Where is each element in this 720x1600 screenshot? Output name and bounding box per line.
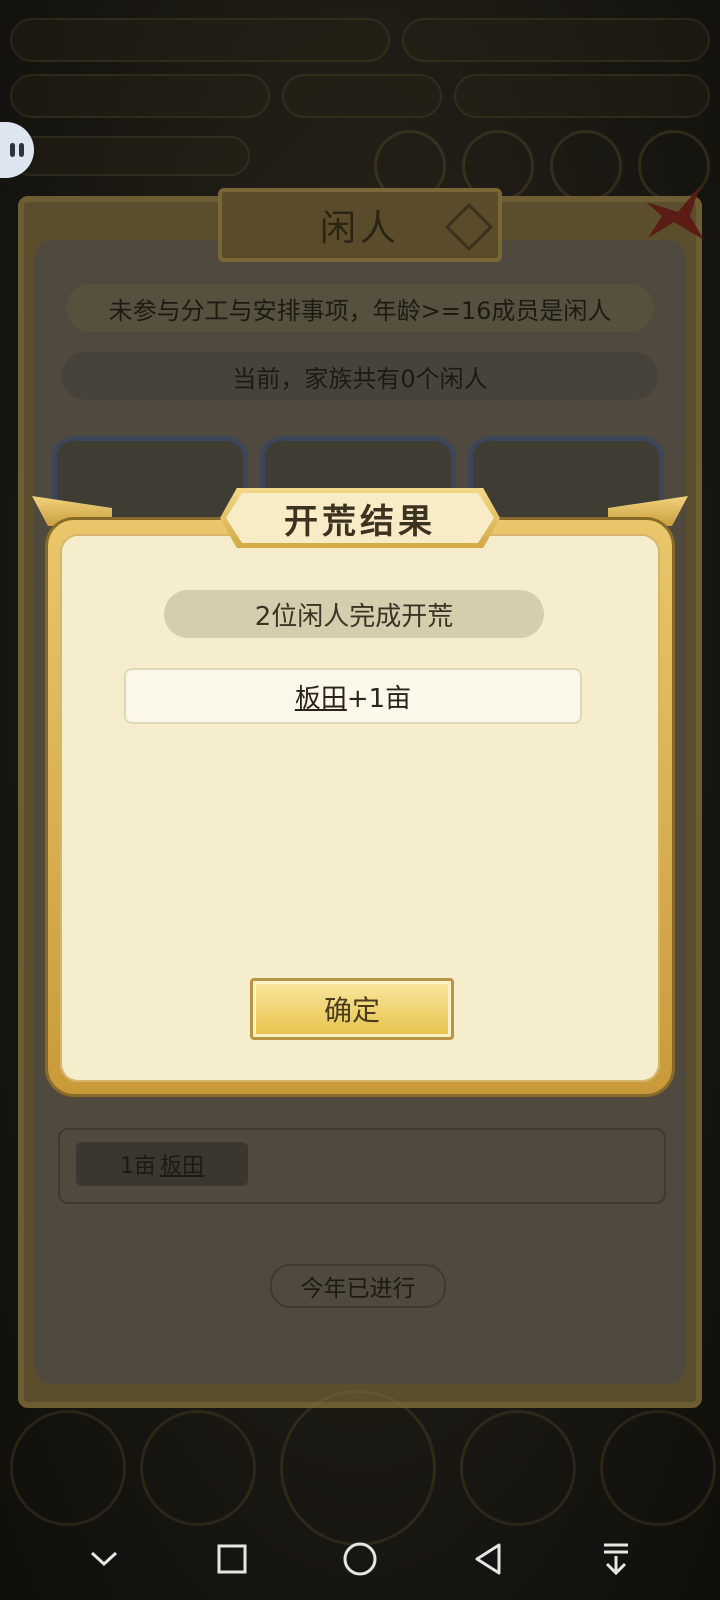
reclaim-result-modal: 开荒结果 2位闲人完成开荒 板田 +1亩 确定 <box>30 484 690 1108</box>
menu-icon <box>550 130 622 202</box>
idle-count-text: 当前，家族共有0个闲人 <box>62 352 658 400</box>
back-icon[interactable] <box>464 1535 512 1583</box>
help-icon[interactable] <box>444 202 494 252</box>
clan-info-pill <box>10 18 390 62</box>
top-status-bar <box>10 18 710 62</box>
currency-pill <box>454 74 710 118</box>
confirm-button[interactable]: 确定 <box>250 978 454 1040</box>
system-nav-bar <box>0 1518 720 1600</box>
result-item: 板田 +1亩 <box>124 668 582 724</box>
game-screen: 闲人 未参与分工与安排事项，年龄>=16成员是闲人 当前，家族共有0个闲人 1亩… <box>0 0 720 1600</box>
close-bird-icon[interactable] <box>638 182 708 246</box>
panel-title: 闲人 <box>319 208 400 249</box>
land-delta: +1亩 <box>346 683 412 714</box>
land-type-link[interactable]: 板田 <box>160 1148 204 1180</box>
land-amount: 1亩 <box>119 1154 156 1179</box>
land-row: 1亩 板田 <box>58 1128 666 1204</box>
resource-pill <box>402 18 710 62</box>
idle-rule-text: 未参与分工与安排事项，年龄>=16成员是闲人 <box>66 284 654 332</box>
top-status-bar-2 <box>10 74 710 118</box>
population-pill <box>10 136 250 176</box>
recent-apps-icon[interactable] <box>208 1535 256 1583</box>
download-icon[interactable] <box>592 1535 640 1583</box>
chevron-down-icon[interactable] <box>80 1535 128 1583</box>
land-tag: 1亩 板田 <box>76 1142 248 1186</box>
modal-title-plate: 开荒结果 <box>220 488 500 548</box>
result-summary: 2位闲人完成开荒 <box>164 590 544 638</box>
panel-title-plate: 闲人 <box>218 188 502 262</box>
modal-title: 开荒结果 <box>284 501 436 542</box>
family-status-pill <box>10 74 270 118</box>
year-status-badge: 今年已进行 <box>270 1264 446 1308</box>
land-type-link[interactable]: 板田 <box>295 678 347 715</box>
home-icon[interactable] <box>336 1535 384 1583</box>
storage-pill <box>282 74 442 118</box>
bottom-menu-dimmed <box>0 1390 720 1546</box>
